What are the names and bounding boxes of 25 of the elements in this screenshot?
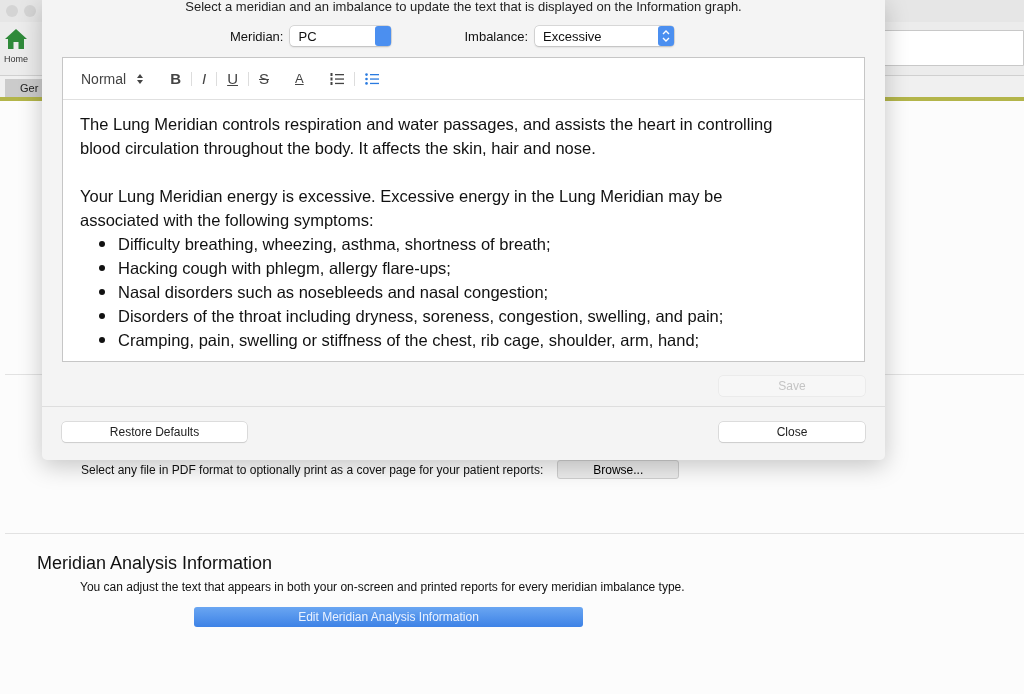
- field-label: Meridian:: [230, 28, 284, 44]
- style-dropdown: Normal: [75, 68, 151, 89]
- dropdown[interactable]: Excessive: [535, 26, 675, 46]
- text-color-button: A: [289, 68, 310, 89]
- browse-button[interactable]: Browse...: [557, 460, 680, 479]
- field-label: Imbalance:: [464, 28, 529, 44]
- section-heading: Meridian Analysis Information: [37, 553, 274, 573]
- list-item: Hacking cough with phlegm, allergy flare-ups;: [118, 258, 451, 279]
- dropdown[interactable]: PC: [290, 26, 392, 46]
- close-button[interactable]: Close: [719, 422, 865, 442]
- list-item: Difficulty breathing, wheezing, asthma, shortness of breath;: [118, 234, 551, 255]
- bold-button: B: [164, 68, 187, 89]
- section-text: Select any file in PDF format to optionally print as a cover page for your patient reports:: [81, 462, 544, 477]
- paragraph: The Lung Meridian controls respiration and water passages, and assists the heart in controlling blood circulation throughout the body. It affects the skin, hair and nose.: [80, 114, 774, 159]
- list-item: Disorders of the throat including dryness, soreness, congestion, swelling, and pain;: [118, 306, 724, 327]
- list-item: Cramping, pain, swelling or stiffness of the chest, rib cage, shoulder, arm, hand;: [118, 330, 700, 351]
- strikethrough-button: S: [253, 68, 275, 89]
- home-button[interactable]: Home: [0, 22, 28, 64]
- list-item: Nasal disorders such as nosebleeds and nasal congestion;: [118, 282, 549, 303]
- paragraph: Your Lung Meridian energy is excessive. Excessive energy in the Lung Meridian may be associated with the following symptoms:: [80, 186, 724, 231]
- section-text: You can adjust the text that appears in both your on-screen and printed reports for every meridian imbalance type.: [80, 580, 686, 594]
- italic-button: I: [195, 68, 213, 89]
- underline-button: U: [221, 68, 244, 89]
- restore-button[interactable]: Restore Defaults: [62, 422, 247, 442]
- instruction-text: Select a meridian and an imbalance to update the text that is displayed on the Information graph.: [184, 0, 743, 14]
